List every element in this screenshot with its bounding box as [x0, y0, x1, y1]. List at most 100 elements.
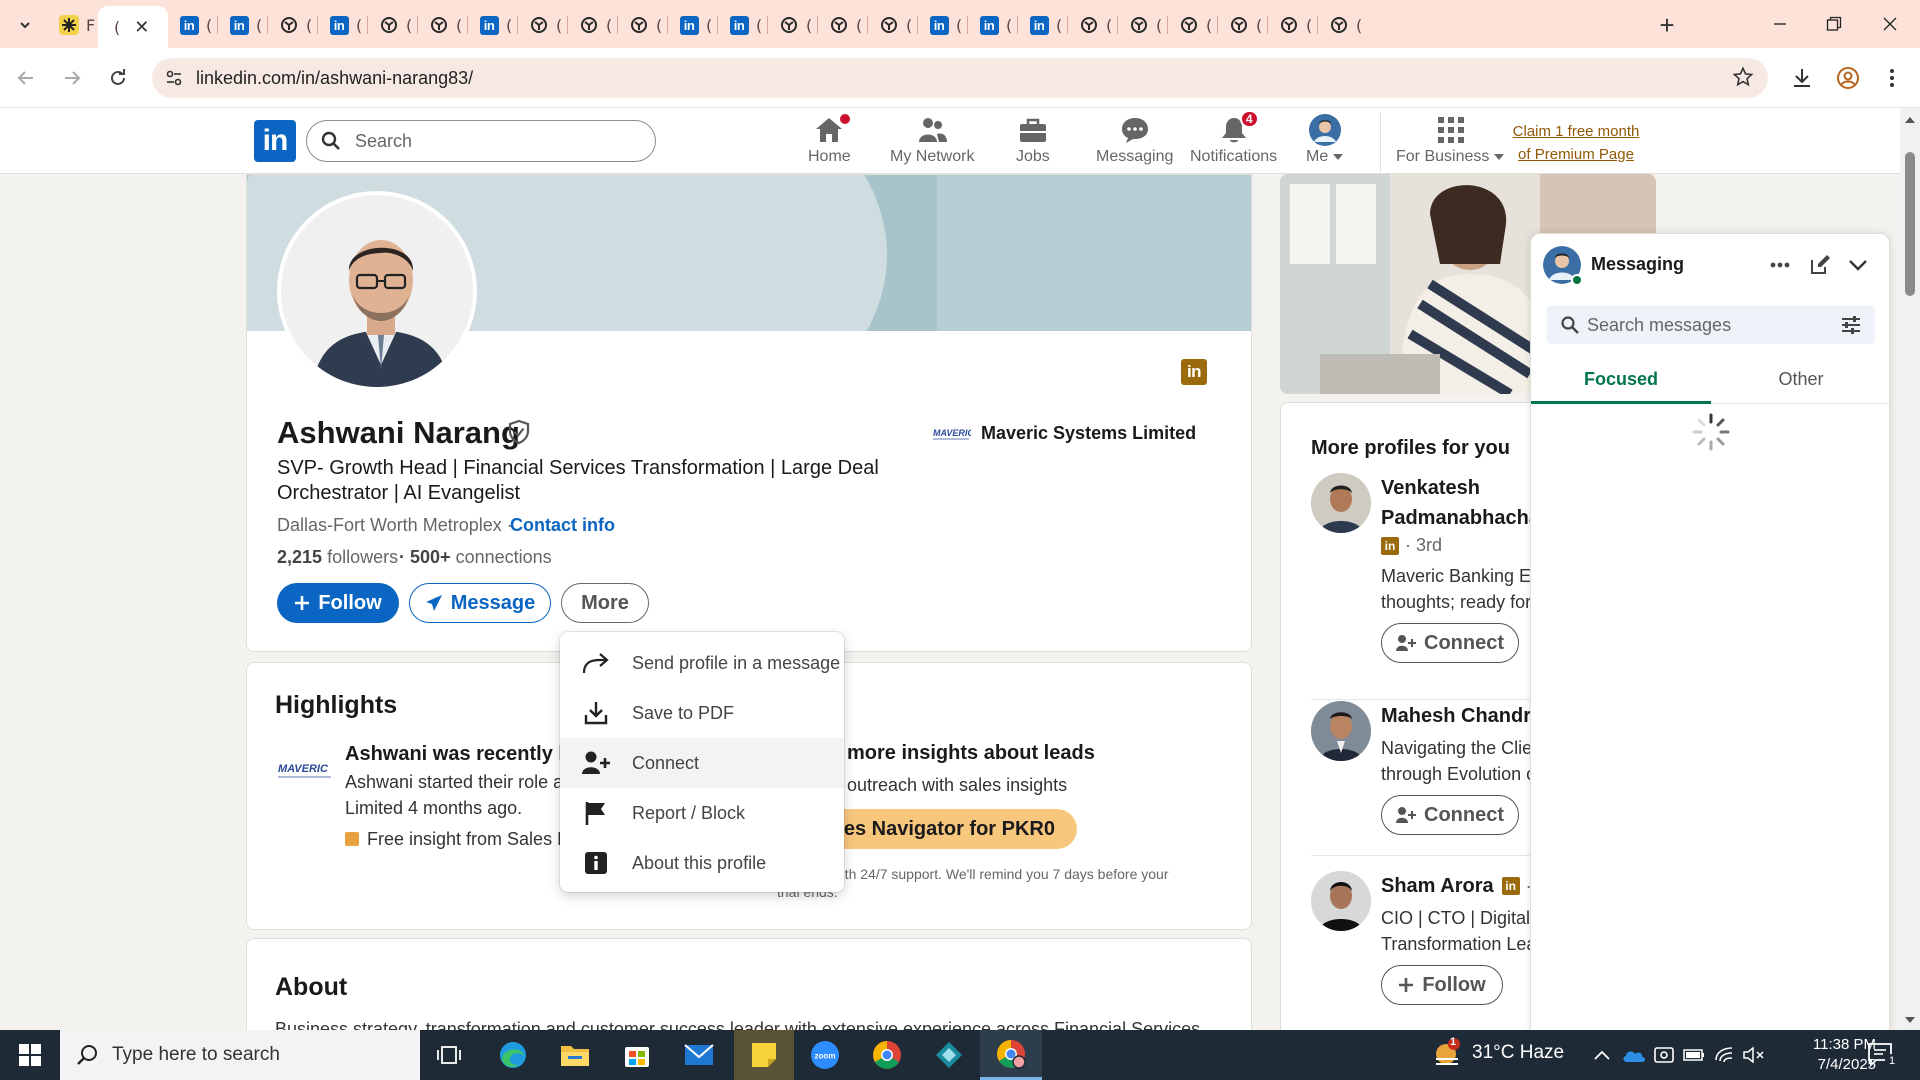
browser-tab[interactable]: (: [618, 8, 668, 42]
avatar[interactable]: [1311, 473, 1371, 533]
show-hidden-icons-icon[interactable]: [1590, 1043, 1614, 1067]
chrome-active-window-icon[interactable]: [980, 1030, 1042, 1080]
edge-browser-icon[interactable]: [484, 1030, 542, 1080]
browser-tab[interactable]: in (: [918, 8, 968, 42]
browser-tab[interactable]: (: [1118, 8, 1168, 42]
zoom-icon[interactable]: zoom: [796, 1030, 854, 1080]
premium-offer-link[interactable]: Claim 1 free month of Premium Page: [1500, 120, 1652, 166]
system-clock[interactable]: 11:38 PM 7/4/2025: [1792, 1035, 1876, 1075]
connect-button[interactable]: Connect: [1381, 795, 1519, 835]
volume-muted-icon[interactable]: [1742, 1043, 1766, 1067]
browser-tab[interactable]: (: [368, 8, 418, 42]
more-button[interactable]: More: [561, 583, 649, 623]
browser-tab[interactable]: in (: [668, 8, 718, 42]
browser-tab[interactable]: (: [1068, 8, 1118, 42]
menu-save-pdf[interactable]: Save to PDF: [560, 688, 844, 738]
microsoft-store-icon[interactable]: [608, 1030, 666, 1080]
menu-about-profile[interactable]: About this profile: [560, 838, 844, 888]
connections-count[interactable]: · 500+ connections: [399, 547, 552, 568]
message-search-input[interactable]: [1587, 314, 1817, 336]
browser-tab[interactable]: in (: [968, 8, 1018, 42]
browser-tab[interactable]: (: [868, 8, 918, 42]
task-view-icon[interactable]: [420, 1030, 478, 1080]
browser-tab[interactable]: (: [768, 8, 818, 42]
site-info-icon[interactable]: [162, 66, 186, 90]
followers-count[interactable]: 2,215 followers: [277, 547, 398, 568]
more-options-icon[interactable]: [1767, 252, 1793, 278]
browser-tab[interactable]: (: [1168, 8, 1218, 42]
avatar[interactable]: [1311, 871, 1371, 931]
taskbar-search[interactable]: Type here to search: [60, 1030, 420, 1080]
sales-navigator-button[interactable]: ales Navigator for PKR0: [807, 809, 1077, 849]
browser-tab[interactable]: (: [1268, 8, 1318, 42]
nav-for-business[interactable]: For Business: [1396, 114, 1505, 174]
browser-tab[interactable]: in (: [1018, 8, 1068, 42]
nav-notifications[interactable]: 4 Notifications: [1190, 110, 1277, 174]
file-explorer-icon[interactable]: [546, 1030, 604, 1080]
tab-other[interactable]: Other: [1711, 356, 1889, 403]
close-tab-icon[interactable]: ✕: [134, 17, 149, 38]
close-window-button[interactable]: [1862, 0, 1918, 48]
menu-send-profile[interactable]: Send profile in a message: [560, 638, 844, 688]
browser-tab[interactable]: (: [268, 8, 318, 42]
verified-shield-icon[interactable]: [507, 419, 531, 445]
reload-button[interactable]: [102, 62, 134, 94]
wifi-icon[interactable]: [1712, 1043, 1736, 1067]
minimize-button[interactable]: [1752, 0, 1808, 48]
profile-icon[interactable]: [1832, 62, 1864, 94]
bookmark-star-icon[interactable]: [1732, 66, 1754, 88]
browser-tab[interactable]: (: [1318, 8, 1368, 42]
downloads-icon[interactable]: [1786, 62, 1818, 94]
search-input[interactable]: [355, 129, 635, 153]
compose-icon[interactable]: [1807, 252, 1833, 278]
browser-tab[interactable]: in (: [318, 8, 368, 42]
menu-report-block[interactable]: Report / Block: [560, 788, 844, 838]
tab-search-button[interactable]: [8, 12, 42, 38]
browser-tab[interactable]: (: [818, 8, 868, 42]
tab-focused[interactable]: Focused: [1531, 356, 1711, 404]
weather-widget[interactable]: 1 31°C Haze: [1432, 1036, 1564, 1068]
profile-suggestion-name[interactable]: Sham Arorain· 3: [1381, 871, 1547, 901]
browser-tab[interactable]: (: [568, 8, 618, 42]
avatar[interactable]: [1311, 701, 1371, 761]
follow-button[interactable]: Follow: [1381, 965, 1503, 1005]
kebab-menu-icon[interactable]: [1876, 62, 1908, 94]
current-company[interactable]: MAVERIC Maveric Systems Limited: [931, 423, 1196, 444]
browser-tab[interactable]: (✕: [98, 6, 168, 48]
forward-button[interactable]: [56, 62, 88, 94]
follow-button[interactable]: Follow: [277, 583, 399, 623]
filter-icon[interactable]: [1841, 316, 1861, 334]
new-tab-button[interactable]: +: [1652, 10, 1682, 40]
menu-connect[interactable]: Connect: [560, 738, 844, 788]
mail-icon[interactable]: [670, 1030, 728, 1080]
profile-photo[interactable]: [277, 191, 477, 391]
page-scrollbar[interactable]: [1900, 108, 1920, 1030]
nav-me[interactable]: Me: [1306, 114, 1344, 174]
profile-suggestion-name[interactable]: Mahesh Chandra: [1381, 701, 1542, 731]
scrollbar-thumb[interactable]: [1905, 152, 1915, 296]
chevron-down-icon[interactable]: [1845, 252, 1871, 278]
browser-tab[interactable]: (: [518, 8, 568, 42]
message-search-box[interactable]: [1547, 306, 1875, 344]
browser-tab[interactable]: (: [418, 8, 468, 42]
nav-my-network[interactable]: My Network: [890, 114, 974, 174]
messaging-header[interactable]: Messaging: [1531, 234, 1889, 296]
linkedin-logo[interactable]: in: [254, 120, 296, 162]
start-button[interactable]: [0, 1030, 60, 1080]
browser-tab[interactable]: in (: [468, 8, 518, 42]
battery-icon[interactable]: [1682, 1043, 1706, 1067]
address-bar[interactable]: linkedin.com/in/ashwani-narang83/: [152, 58, 1768, 98]
onedrive-icon[interactable]: [1622, 1043, 1646, 1067]
back-button[interactable]: [10, 62, 42, 94]
browser-tab[interactable]: in (: [168, 8, 218, 42]
nav-messaging[interactable]: Messaging: [1096, 114, 1173, 174]
chrome-icon[interactable]: [858, 1030, 916, 1080]
nav-jobs[interactable]: Jobs: [1016, 114, 1050, 174]
browser-tab[interactable]: in (: [218, 8, 268, 42]
message-button[interactable]: Message: [409, 583, 551, 623]
nav-home[interactable]: Home: [808, 112, 853, 174]
browser-tab[interactable]: (: [1218, 8, 1268, 42]
contact-info-link[interactable]: Contact info: [510, 515, 615, 536]
sticky-notes-icon[interactable]: [734, 1030, 794, 1080]
notification-center-icon[interactable]: 1: [1866, 1040, 1899, 1070]
